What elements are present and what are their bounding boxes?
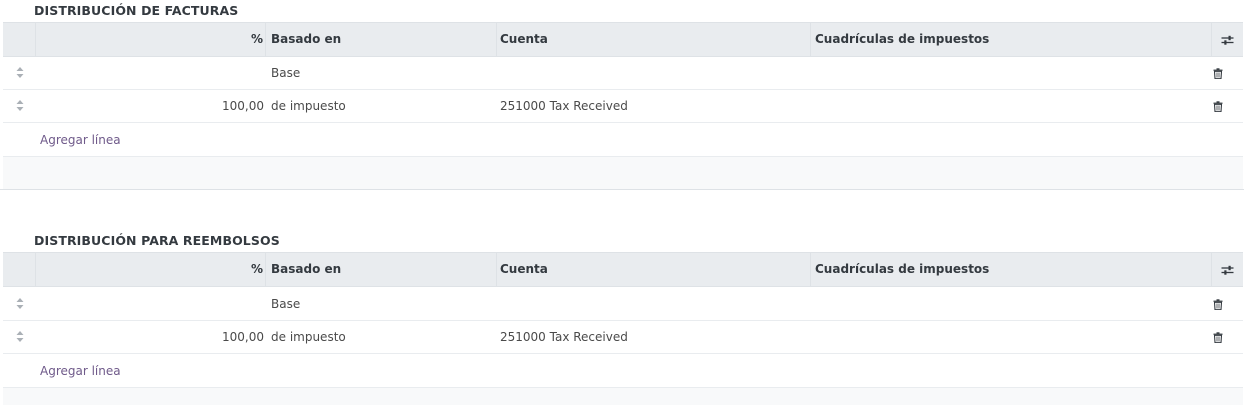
- sort-handle-icon: [16, 331, 23, 342]
- trash-icon: [1213, 101, 1223, 112]
- column-header-based-on[interactable]: Basado en: [267, 253, 497, 286]
- column-header-tax-grids[interactable]: Cuadrículas de impuestos: [811, 253, 1211, 286]
- table-row[interactable]: Base: [3, 57, 1243, 90]
- account-cell[interactable]: 251000 Tax Received: [497, 90, 811, 122]
- delete-row-button[interactable]: [1203, 288, 1233, 320]
- handle-column-header: [3, 253, 36, 286]
- delete-row-button[interactable]: [1203, 57, 1233, 89]
- based-on-cell[interactable]: Base: [267, 57, 497, 89]
- sort-handle-icon: [16, 100, 23, 111]
- percent-cell[interactable]: [36, 57, 264, 89]
- percent-cell[interactable]: [36, 288, 264, 320]
- table-filler: [3, 157, 1243, 189]
- optional-columns-toggle[interactable]: [1211, 23, 1243, 56]
- trash-icon: [1213, 68, 1223, 79]
- drag-handle[interactable]: [3, 321, 36, 353]
- table-row[interactable]: Base: [3, 288, 1243, 321]
- account-cell[interactable]: [497, 57, 811, 89]
- column-header-tax-grids[interactable]: Cuadrículas de impuestos: [811, 23, 1211, 56]
- trash-icon: [1213, 299, 1223, 310]
- trash-icon: [1213, 332, 1223, 343]
- column-header-percent[interactable]: %: [36, 23, 266, 56]
- drag-handle[interactable]: [3, 288, 36, 320]
- handle-column-header: [3, 23, 36, 56]
- add-line-link[interactable]: Agregar línea: [40, 355, 121, 388]
- sort-handle-icon: [16, 298, 23, 309]
- column-header-account[interactable]: Cuenta: [497, 23, 811, 56]
- table-row[interactable]: 100,00 de impuesto 251000 Tax Received: [3, 90, 1243, 123]
- column-header-based-on[interactable]: Basado en: [267, 23, 497, 56]
- delete-row-button[interactable]: [1203, 90, 1233, 122]
- percent-cell[interactable]: 100,00: [36, 90, 264, 122]
- add-line-row: Agregar línea: [3, 355, 1243, 388]
- invoice-distribution-section: DISTRIBUCIÓN DE FACTURAS % Basado en Cue…: [0, 0, 1244, 190]
- based-on-cell[interactable]: Base: [267, 288, 497, 320]
- sliders-icon: [1221, 35, 1234, 45]
- account-cell[interactable]: [497, 288, 811, 320]
- column-header-account[interactable]: Cuenta: [497, 253, 811, 286]
- section-title: DISTRIBUCIÓN DE FACTURAS: [34, 3, 239, 18]
- table-header: % Basado en Cuenta Cuadrículas de impues…: [3, 252, 1243, 287]
- section-gap: [0, 190, 1244, 230]
- percent-cell[interactable]: 100,00: [36, 321, 264, 353]
- sort-handle-icon: [16, 67, 23, 78]
- column-header-percent[interactable]: %: [36, 253, 266, 286]
- based-on-cell[interactable]: de impuesto: [267, 321, 497, 353]
- sliders-icon: [1221, 265, 1234, 275]
- refund-distribution-section: DISTRIBUCIÓN PARA REEMBOLSOS % Basado en…: [0, 230, 1244, 405]
- account-cell[interactable]: 251000 Tax Received: [497, 321, 811, 353]
- based-on-cell[interactable]: de impuesto: [267, 90, 497, 122]
- optional-columns-toggle[interactable]: [1211, 253, 1243, 286]
- add-line-row: Agregar línea: [3, 124, 1243, 157]
- table-header: % Basado en Cuenta Cuadrículas de impues…: [3, 22, 1243, 57]
- drag-handle[interactable]: [3, 57, 36, 89]
- drag-handle[interactable]: [3, 90, 36, 122]
- table-filler: [3, 388, 1243, 405]
- add-line-link[interactable]: Agregar línea: [40, 124, 121, 157]
- section-title: DISTRIBUCIÓN PARA REEMBOLSOS: [34, 233, 280, 248]
- table-row[interactable]: 100,00 de impuesto 251000 Tax Received: [3, 321, 1243, 354]
- delete-row-button[interactable]: [1203, 321, 1233, 353]
